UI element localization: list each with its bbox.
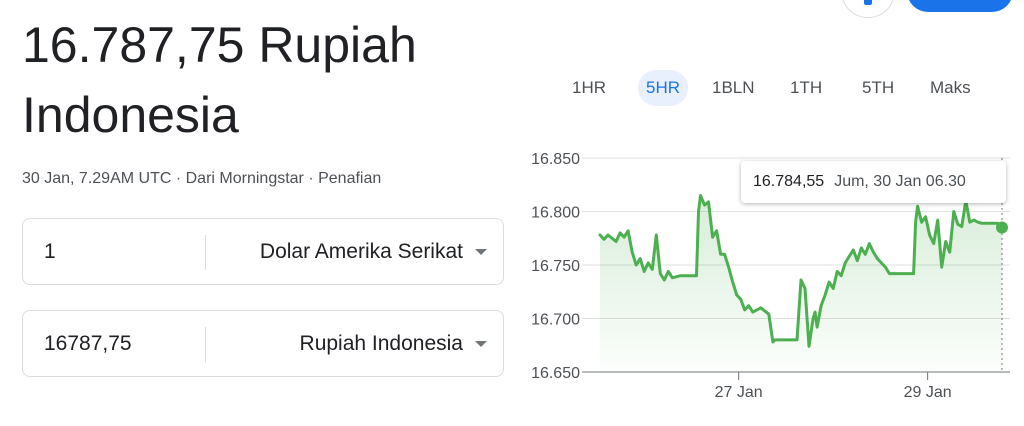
- tooltip-date: Jum, 30 Jan 06.30: [834, 173, 966, 190]
- hover-point: [996, 221, 1008, 234]
- y-tick-label: 16.650: [531, 365, 580, 382]
- x-tick-label: 27 Jan: [715, 384, 763, 401]
- y-tick-label: 16.750: [531, 258, 580, 275]
- exchange-rate-chart[interactable]: 16.850 16.800 16.750 16.700 16.650 27 Jan 29 …: [0, 0, 1024, 426]
- x-tick-label: 29 Jan: [904, 384, 952, 401]
- y-tick-label: 16.850: [531, 151, 580, 168]
- y-tick-label: 16.700: [531, 312, 580, 329]
- chart-tooltip: 16.784,55 Jum, 30 Jan 06.30: [741, 161, 1006, 203]
- tooltip-value: 16.784,55: [753, 173, 825, 190]
- y-tick-label: 16.800: [531, 205, 580, 222]
